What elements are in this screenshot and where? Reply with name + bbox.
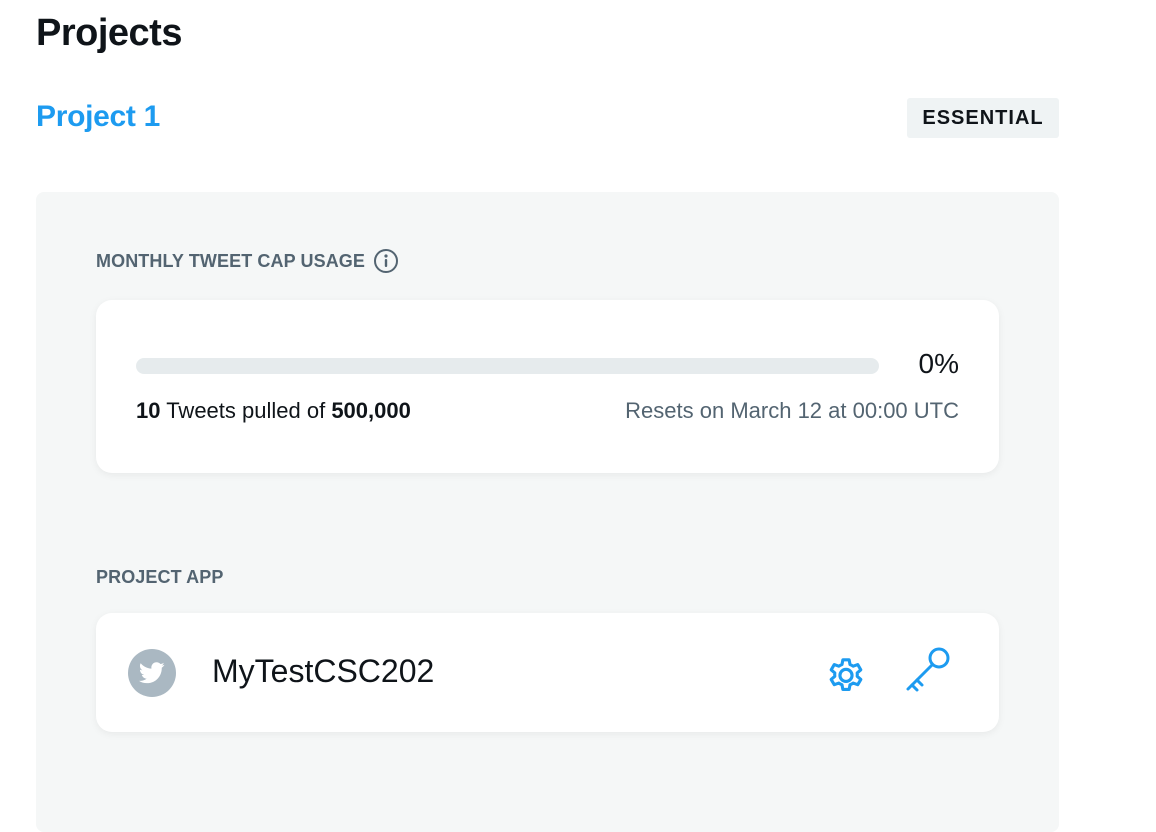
usage-section-header: MONTHLY TWEET CAP USAGE [96,248,399,274]
project-panel: MONTHLY TWEET CAP USAGE 0% 10 Tweets pul… [36,192,1059,832]
gear-icon [829,658,863,692]
project-name-link[interactable]: Project 1 [36,100,160,134]
usage-summary: 10 Tweets pulled of 500,000 [136,398,411,424]
key-icon [906,647,950,692]
tier-badge: ESSENTIAL [907,98,1059,138]
usage-percent: 0% [918,348,959,379]
pulled-count: 10 [136,398,161,423]
project-app-section-label: PROJECT APP [96,567,224,587]
usage-progress-bar [136,358,879,374]
tweet-cap: 500,000 [331,398,411,423]
app-settings-button[interactable] [822,651,870,699]
usage-card: 0% 10 Tweets pulled of 500,000 Resets on… [96,300,999,473]
pulled-text: Tweets pulled of [166,398,326,423]
usage-section-label: MONTHLY TWEET CAP USAGE [96,250,365,271]
app-card: MyTestCSC202 [96,613,999,732]
twitter-bird-icon [128,649,176,697]
app-name[interactable]: MyTestCSC202 [212,653,434,690]
page-title: Projects [36,12,182,54]
app-keys-button[interactable] [900,643,956,699]
reset-date: Resets on March 12 at 00:00 UTC [625,398,959,423]
info-circle-icon[interactable] [373,248,399,274]
